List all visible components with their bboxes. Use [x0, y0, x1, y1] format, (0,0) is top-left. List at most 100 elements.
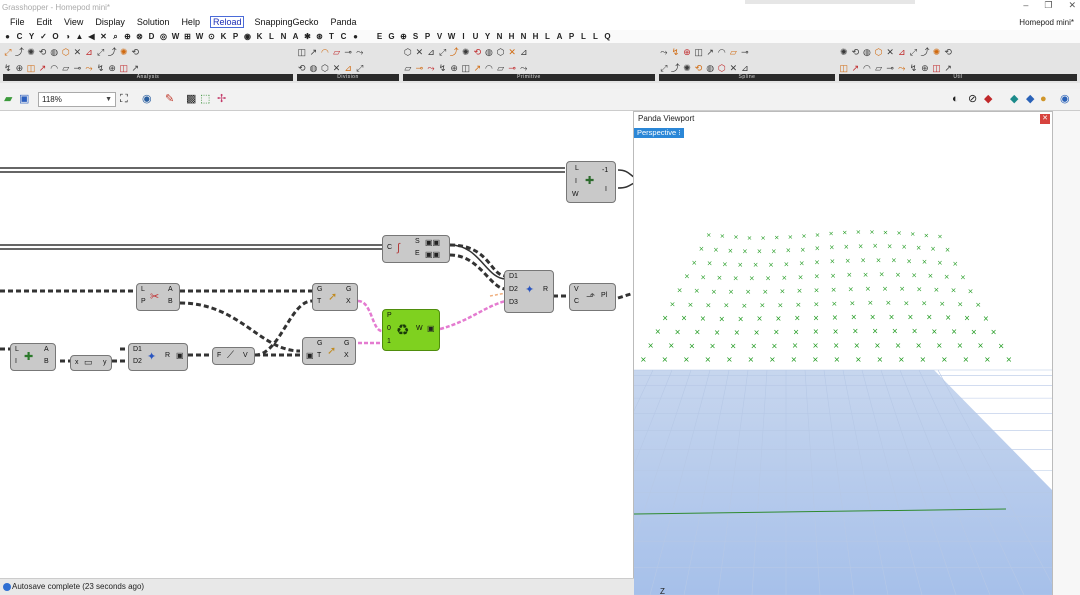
component-icon[interactable]: ◠ [861, 61, 873, 75]
panda-viewport[interactable]: Panda Viewport ✕ Perspective ⁝ × × × × × × × × ×… [633, 111, 1053, 595]
component-tab[interactable]: ◉ [243, 32, 252, 41]
component-icon[interactable]: ⊸ [739, 45, 751, 59]
component-icon[interactable]: ⟲ [37, 45, 49, 59]
component-icon[interactable]: ⤳ [83, 61, 95, 75]
component-tab[interactable]: P [423, 32, 432, 41]
component-icon[interactable]: ⬡ [495, 45, 507, 59]
component-tab[interactable]: E [375, 32, 384, 41]
component-icon[interactable]: ↯ [95, 61, 107, 75]
grasshopper-canvas[interactable]: L I W ✚ -1 I C ∫ S E ▣▣ ▣▣ L P ✂ A B G T [0, 111, 634, 578]
component-tab[interactable]: ✓ [39, 32, 48, 41]
component-icon[interactable]: ✺ [838, 45, 850, 59]
component-tab[interactable]: H [531, 32, 540, 41]
component-icon[interactable]: ⊕ [14, 61, 26, 75]
component-icon[interactable]: ⤴ [670, 61, 682, 75]
node-vector-deconstruct[interactable]: D1 D2 D3 ✦ R [504, 270, 554, 313]
component-tab[interactable]: ▲ [75, 32, 84, 41]
component-icon[interactable]: ⊕ [106, 61, 118, 75]
component-icon[interactable]: ⤢ [437, 45, 449, 59]
component-icon[interactable]: ⬡ [873, 45, 885, 59]
component-icon[interactable]: ⬡ [716, 61, 728, 75]
component-tab[interactable]: ⊕ [123, 32, 132, 41]
component-icon[interactable]: ▱ [402, 61, 414, 75]
component-tab[interactable]: A [291, 32, 300, 41]
component-tab[interactable]: ◀ [87, 32, 96, 41]
component-tab[interactable]: L [591, 32, 600, 41]
component-icon[interactable]: ▱ [495, 61, 507, 75]
open-file-icon[interactable]: ▰ [4, 93, 12, 105]
component-icon[interactable]: ✕ [884, 45, 896, 59]
component-icon[interactable]: ◫ [693, 45, 705, 59]
component-tab[interactable]: ● [351, 32, 360, 41]
component-tab[interactable]: ⊕ [399, 32, 408, 41]
menu-display[interactable]: Display [89, 17, 131, 27]
component-icon[interactable]: ◫ [25, 61, 37, 75]
node-unit-z[interactable]: F ⟋ V [212, 347, 255, 365]
component-tab[interactable]: ⊗ [135, 32, 144, 41]
component-icon[interactable]: ⤢ [2, 45, 14, 59]
blue-shade-icon[interactable]: ◆ [1026, 93, 1034, 105]
component-icon[interactable]: ◫ [118, 61, 130, 75]
component-icon[interactable]: ⬡ [402, 45, 414, 59]
component-tab[interactable]: W [447, 32, 456, 41]
canvas-capture-icon[interactable]: ▩ [186, 93, 196, 105]
preview-eye-icon[interactable]: ◉ [142, 93, 152, 105]
component-icon[interactable]: ⤴ [14, 45, 26, 59]
component-icon[interactable]: ↗ [704, 45, 716, 59]
component-icon[interactable]: ⊿ [739, 61, 751, 75]
component-icon[interactable]: ◫ [838, 61, 850, 75]
node-transform[interactable]: G T ➚ G X [312, 283, 358, 311]
minimize-icon[interactable]: – [1023, 0, 1028, 11]
component-tab[interactable]: N [495, 32, 504, 41]
component-icon[interactable]: ⊿ [425, 45, 437, 59]
component-tab[interactable]: ✕ [99, 32, 108, 41]
component-icon[interactable]: ⟲ [942, 45, 954, 59]
component-tab[interactable]: C [15, 32, 24, 41]
menu-help[interactable]: Help [175, 17, 206, 27]
component-icon[interactable]: ⤳ [354, 45, 366, 59]
component-tab[interactable]: ◎ [159, 32, 168, 41]
sphere-preview-icon[interactable]: ◐ [952, 93, 959, 105]
component-icon[interactable]: ⬡ [319, 61, 331, 75]
restore-icon[interactable]: ❐ [1044, 0, 1052, 11]
menu-panda[interactable]: Panda [325, 17, 363, 27]
red-material-icon[interactable]: ◆ [984, 93, 992, 105]
component-tab[interactable]: L [543, 32, 552, 41]
component-tab[interactable]: S [411, 32, 420, 41]
component-tab[interactable]: Q [603, 32, 612, 41]
menu-view[interactable]: View [58, 17, 89, 27]
component-tab[interactable]: ⊙ [207, 32, 216, 41]
node-line-split[interactable]: L P ✂ A B [136, 283, 180, 311]
component-icon[interactable]: ◍ [483, 45, 495, 59]
component-icon[interactable]: ⤳ [425, 61, 437, 75]
component-icon[interactable]: ⟲ [693, 61, 705, 75]
component-icon[interactable]: ↯ [2, 61, 14, 75]
component-tab[interactable]: T [327, 32, 336, 41]
component-tab[interactable]: L [579, 32, 588, 41]
component-icon[interactable]: ⟲ [850, 45, 862, 59]
component-icon[interactable]: ↯ [437, 61, 449, 75]
component-tab[interactable]: P [567, 32, 576, 41]
component-icon[interactable]: ⟲ [472, 45, 484, 59]
component-icon[interactable]: ▱ [60, 61, 72, 75]
component-icon[interactable]: ⊿ [342, 61, 354, 75]
component-icon[interactable]: ⟲ [130, 45, 142, 59]
component-tab[interactable]: G [387, 32, 396, 41]
component-icon[interactable]: ⤳ [896, 61, 908, 75]
component-icon[interactable]: ↗ [37, 61, 49, 75]
node-weave-green[interactable]: P 0 1 ♻ W ▣ [382, 309, 440, 351]
component-tab[interactable]: W [171, 32, 180, 41]
menu-reload[interactable]: Reload [209, 16, 245, 28]
sketch-pen-icon[interactable]: ✎ [165, 93, 174, 105]
component-icon[interactable]: ✕ [72, 45, 84, 59]
selection-icon[interactable]: ⬚ [200, 93, 210, 105]
component-tab[interactable]: N [519, 32, 528, 41]
component-icon[interactable]: ↯ [908, 61, 920, 75]
node-transform-2[interactable]: G T ▣ ➚ G X [302, 337, 356, 365]
component-tab[interactable]: ⊛ [315, 32, 324, 41]
component-tab[interactable]: C [339, 32, 348, 41]
no-preview-icon[interactable]: ⊘ [968, 93, 977, 105]
close-icon[interactable]: ✕ [1068, 0, 1076, 11]
teal-shade-icon[interactable]: ◆ [1010, 93, 1018, 105]
component-icon[interactable]: ⊿ [83, 45, 95, 59]
